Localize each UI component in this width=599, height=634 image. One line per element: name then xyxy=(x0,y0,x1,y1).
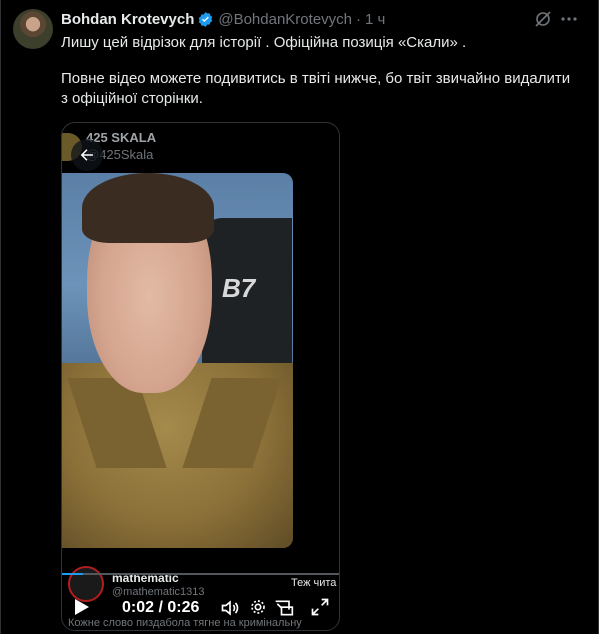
grok-icon[interactable] xyxy=(533,9,553,29)
timeline-left-border xyxy=(0,0,1,634)
video-progress-fill xyxy=(62,573,84,575)
video-subtitle: Кожне слово пиздабола тягне на криміналь… xyxy=(68,617,302,629)
volume-button[interactable] xyxy=(220,598,240,618)
settings-icon xyxy=(251,600,265,614)
author-handle[interactable]: @BohdanKrotevych xyxy=(218,11,352,28)
tweet-text-line-2: Повне відео можете подивитись в твіті ни… xyxy=(61,70,571,107)
tweet-header: Bohdan Krotevych @BohdanKrotevych · 1 ч xyxy=(61,9,385,29)
chair-logo: B7 xyxy=(222,273,256,303)
settings-button[interactable] xyxy=(250,599,266,615)
fullscreen-icon xyxy=(311,598,329,616)
more-icon[interactable] xyxy=(559,9,579,29)
author-avatar[interactable] xyxy=(13,9,53,49)
person-hair xyxy=(82,173,214,243)
picture-in-picture-button[interactable] xyxy=(274,599,294,617)
video-progress-bar[interactable] xyxy=(62,573,339,575)
separator-dot: · xyxy=(356,10,361,28)
play-button[interactable] xyxy=(74,598,90,616)
fullscreen-button[interactable] xyxy=(310,597,330,617)
caption-side-text: Теж чита xyxy=(291,577,337,589)
picture-in-picture-icon xyxy=(275,600,294,616)
back-button[interactable] xyxy=(71,139,103,171)
verified-badge-icon xyxy=(197,11,214,28)
volume-icon xyxy=(221,600,239,616)
tweet-text: Лишу цей відрізок для історії . Офіційна… xyxy=(61,33,581,109)
video-frame[interactable]: B7 xyxy=(62,173,293,548)
tweet-time[interactable]: 1 ч xyxy=(365,11,385,28)
embedded-tweet-header: 425 SKALA @425Skala xyxy=(62,123,339,173)
video-media[interactable]: 425 SKALA @425Skala B7 mathematic @mathe… xyxy=(61,122,340,631)
video-time: 0:02 / 0:26 xyxy=(122,599,200,616)
author-name[interactable]: Bohdan Krotevych xyxy=(61,11,194,28)
back-arrow-icon xyxy=(80,149,93,161)
play-icon xyxy=(75,599,89,615)
tweet-text-line-1: Лишу цей відрізок для історії . Офіційна… xyxy=(61,34,467,51)
